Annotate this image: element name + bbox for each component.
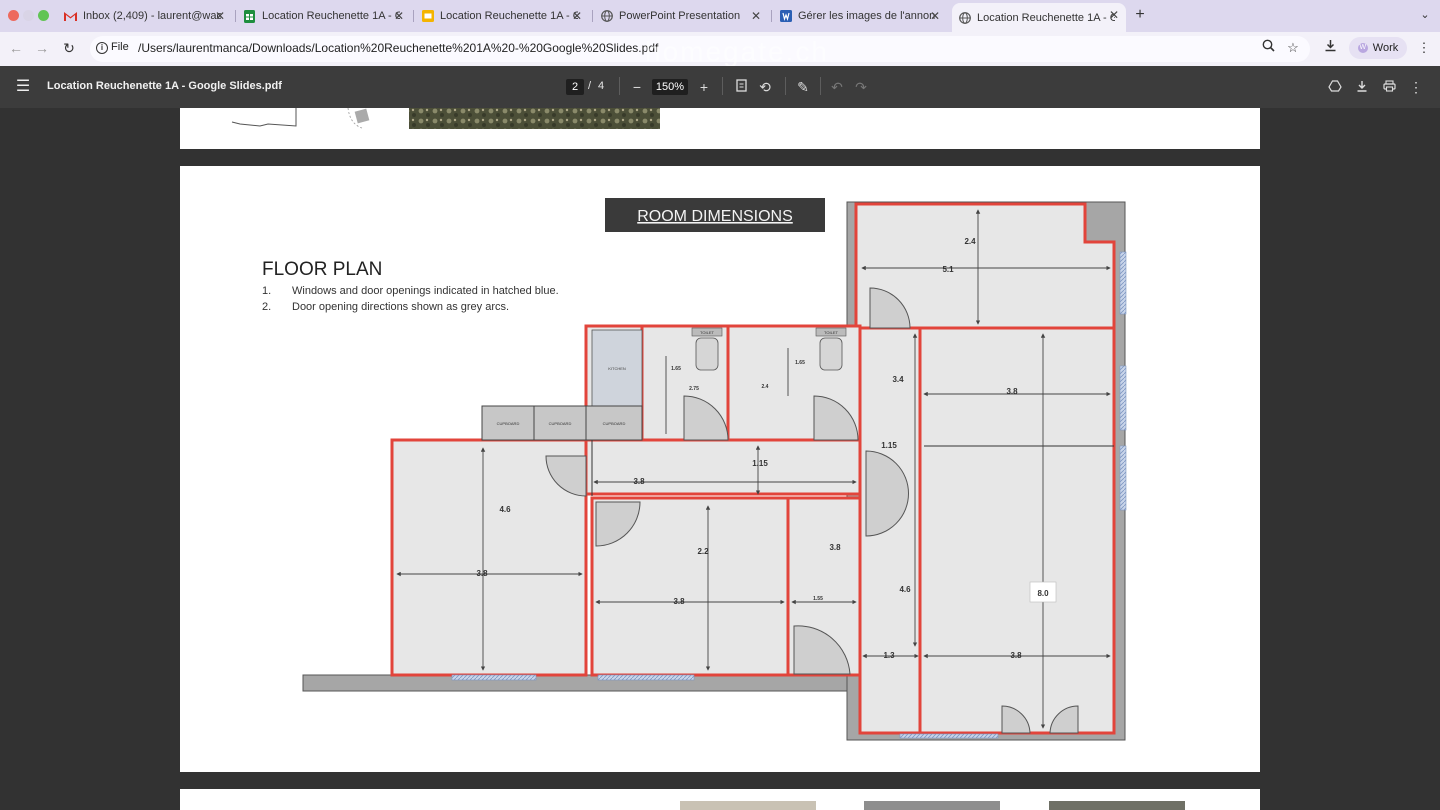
dim-label: 3.8: [476, 569, 488, 578]
window-maximize-button[interactable]: [38, 10, 49, 21]
note-2-text: Door opening directions shown as grey ar…: [292, 301, 509, 313]
pdf-page-3: [180, 789, 1260, 810]
print-icon[interactable]: [1380, 78, 1398, 96]
dim-label: 2.4: [762, 384, 769, 390]
zoom-in-button[interactable]: +: [695, 78, 713, 96]
dim-label: 1.15: [752, 459, 768, 468]
tab-powerpoint[interactable]: PowerPoint Presentation ✕: [594, 4, 768, 28]
url-scheme: File: [111, 41, 129, 53]
tab-slides[interactable]: Location Reuchenette 1A - Go ✕: [415, 4, 589, 28]
reload-button[interactable]: ↻: [59, 38, 79, 58]
dim-label: 4.6: [899, 585, 911, 594]
dim-label: 1.15: [881, 441, 897, 450]
dim-label: 1.65: [671, 366, 681, 372]
dim-label: 3.8: [633, 477, 645, 486]
sheets-icon: [243, 9, 256, 23]
close-icon[interactable]: ✕: [748, 8, 764, 24]
avatar: W: [1357, 43, 1368, 53]
globe-icon: [600, 10, 613, 23]
pdf-title: Location Reuchenette 1A - Google Slides.…: [47, 80, 282, 92]
drive-save-icon[interactable]: [1326, 78, 1344, 96]
zoom-level-input[interactable]: 150%: [652, 79, 688, 95]
page-separator: /: [588, 80, 592, 92]
close-icon[interactable]: ✕: [212, 8, 228, 24]
dim-label: 5.1: [942, 265, 954, 274]
info-icon[interactable]: i: [96, 42, 108, 54]
browser-menu-icon[interactable]: ⋮: [1415, 39, 1433, 57]
new-tab-button[interactable]: +: [1131, 6, 1149, 24]
redo-icon[interactable]: ↷: [852, 78, 870, 96]
tab-label: PowerPoint Presentation: [619, 10, 741, 22]
dim-label: 3.4: [892, 375, 904, 384]
tab-label: Location Reuchenette 1A - Go: [262, 10, 400, 22]
banner-title: ROOM DIMENSIONS: [637, 208, 793, 225]
hamburger-menu-icon[interactable]: ☰: [14, 78, 32, 96]
tab-sheets[interactable]: Location Reuchenette 1A - Go ✕: [237, 4, 411, 28]
page-total: 4: [598, 80, 605, 92]
toilet-2-label: TOILET: [824, 330, 838, 335]
profile-button[interactable]: W Work: [1349, 37, 1407, 59]
fit-page-icon[interactable]: [732, 78, 750, 96]
dim-label: 8.0: [1037, 589, 1049, 598]
dim-label: 2.2: [697, 547, 709, 556]
close-icon[interactable]: ✕: [391, 8, 407, 24]
zoom-out-button[interactable]: −: [628, 78, 646, 96]
rotate-icon[interactable]: ⟲: [756, 78, 774, 96]
profile-label: Work: [1372, 42, 1399, 54]
dim-label: 3.8: [829, 543, 841, 552]
dim-label: 1.3: [883, 651, 895, 660]
close-icon[interactable]: ✕: [1106, 7, 1122, 23]
note-1-num: 1.: [262, 285, 271, 297]
slides-icon: [421, 10, 434, 23]
dim-label: 2.75: [689, 386, 699, 392]
window-minimize-button[interactable]: [23, 10, 34, 21]
dim-label: 3.8: [1006, 387, 1018, 396]
annotate-pen-icon[interactable]: ✎: [794, 78, 812, 96]
zoom-icon[interactable]: [1259, 39, 1277, 57]
docs-icon: [779, 10, 792, 23]
toilet-1-label: TOILET: [700, 330, 714, 335]
dim-label: 3.8: [1010, 651, 1022, 660]
pdf-viewer[interactable]: ROOM DIMENSIONS FLOOR PLAN 1. Windows an…: [0, 108, 1440, 810]
note-2-num: 2.: [262, 301, 271, 313]
tab-search-button[interactable]: ⌄: [1416, 6, 1434, 24]
back-button[interactable]: ←: [6, 38, 26, 58]
dim-label: 2.4: [964, 237, 976, 246]
tab-label: Gérer les images de l'annonc: [798, 10, 936, 22]
page-number-input[interactable]: 2: [566, 79, 584, 95]
cupboard-1-label: CUPBOARD: [497, 421, 520, 426]
pdf-toolbar: ☰ Location Reuchenette 1A - Google Slide…: [0, 66, 1440, 108]
download-icon[interactable]: [1353, 78, 1371, 96]
undo-icon[interactable]: ↶: [828, 78, 846, 96]
cupboard-3-label: CUPBOARD: [603, 421, 626, 426]
kitchen-label: KITCHEN: [608, 366, 626, 371]
close-icon[interactable]: ✕: [927, 8, 943, 24]
note-1-text: Windows and door openings indicated in h…: [292, 285, 559, 297]
cupboard-2-label: CUPBOARD: [549, 421, 572, 426]
gmail-icon: [64, 10, 77, 23]
pdf-page-1: [180, 108, 1260, 149]
tab-label: Location Reuchenette 1A - Go: [440, 10, 578, 22]
tab-annonce[interactable]: Gérer les images de l'annonc ✕: [773, 4, 947, 28]
tab-label: Location Reuchenette 1A - Go: [977, 11, 1115, 24]
pdf-page-2: ROOM DIMENSIONS FLOOR PLAN 1. Windows an…: [180, 166, 1260, 772]
tab-strip: Inbox (2,409) - laurent@wacl ✕ Location …: [0, 0, 1440, 32]
url-text[interactable]: /Users/laurentmanca/Downloads/Location%2…: [138, 41, 658, 55]
bookmark-star-icon[interactable]: ☆: [1284, 39, 1302, 57]
downloads-icon[interactable]: [1321, 39, 1339, 57]
dim-label: 1.65: [795, 360, 805, 366]
tab-label: Inbox (2,409) - laurent@wacl: [83, 10, 221, 22]
dim-label: 3.8: [673, 597, 685, 606]
tab-gmail[interactable]: Inbox (2,409) - laurent@wacl ✕: [58, 4, 232, 28]
tab-active-pdf[interactable]: Location Reuchenette 1A - Go ✕: [952, 3, 1126, 32]
floor-plan-heading: FLOOR PLAN: [262, 259, 382, 280]
dim-label: 4.6: [499, 505, 511, 514]
dim-label: 1.55: [813, 596, 823, 602]
more-options-icon[interactable]: ⋮: [1407, 78, 1425, 96]
globe-icon: [958, 11, 971, 24]
window-close-button[interactable]: [8, 10, 19, 21]
forward-button[interactable]: →: [32, 38, 52, 58]
close-icon[interactable]: ✕: [569, 8, 585, 24]
